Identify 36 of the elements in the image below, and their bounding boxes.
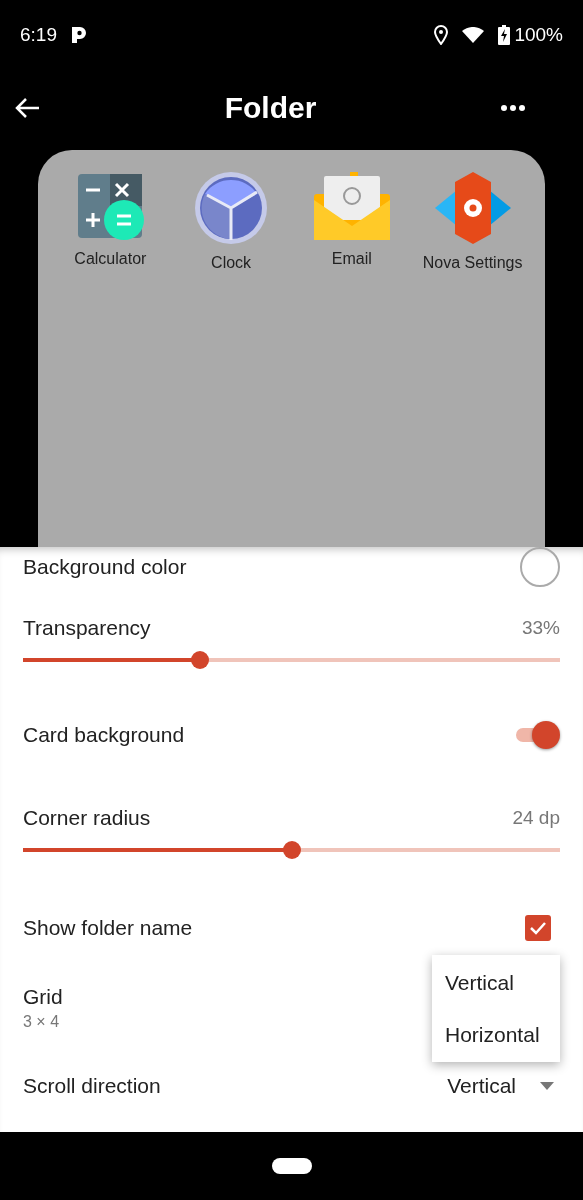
home-handle[interactable] [271, 1158, 312, 1174]
setting-label: Show folder name [23, 915, 193, 940]
envelope-icon [311, 170, 392, 242]
setting-label: Transparency [23, 616, 151, 640]
slider-track[interactable] [23, 841, 560, 859]
battery-percent: 100% [514, 24, 563, 46]
app-label: Nova Settings [422, 254, 523, 272]
clock-icon [193, 170, 270, 246]
location-icon [434, 25, 449, 45]
more-icon [501, 105, 525, 111]
caret-icon [540, 1082, 554, 1090]
setting-label: Background color [23, 555, 187, 579]
setting-label: Card background [23, 723, 185, 747]
screen-title: Folder [224, 91, 317, 125]
slider-value: 24 dp [512, 807, 560, 829]
slider-track[interactable] [23, 651, 560, 669]
app-label: Clock [211, 254, 252, 272]
battery-charging-icon [498, 25, 511, 45]
checkmark-icon [529, 920, 547, 935]
setting-label: Corner radius [23, 806, 151, 830]
color-swatch[interactable] [520, 547, 560, 587]
checkbox[interactable] [525, 914, 551, 941]
slider-thumb[interactable] [191, 651, 210, 669]
setting-summary: 3 × 4 [23, 1012, 61, 1031]
menu-item[interactable]: Horizontal [432, 1008, 560, 1061]
slider-value: 33% [521, 617, 560, 639]
setting-label: Scroll direction [23, 1074, 161, 1098]
menu-item[interactable]: Vertical [432, 956, 560, 1009]
app-label: Email [331, 250, 372, 268]
dropdown-button[interactable]: Vertical [447, 1074, 554, 1098]
slider-thumb[interactable] [282, 841, 301, 859]
notification-app-icon [71, 26, 87, 44]
status-time: 6:19 [20, 24, 57, 46]
app-label: Calculator [74, 250, 147, 268]
setting-label: Grid [23, 984, 63, 1009]
wifi-icon [462, 27, 485, 43]
